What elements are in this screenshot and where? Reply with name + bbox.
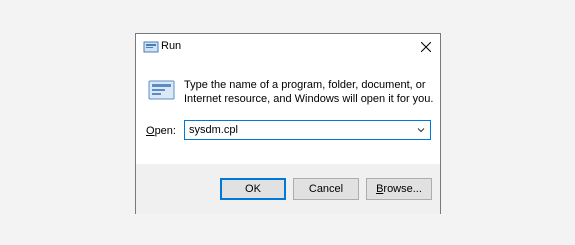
ok-button[interactable]: OK xyxy=(220,178,286,200)
title-bar[interactable]: Run xyxy=(136,34,440,62)
run-icon xyxy=(143,41,159,53)
button-bar: OK Cancel Browse... xyxy=(136,164,440,214)
open-label: Open: xyxy=(146,125,176,137)
open-label-text: pen: xyxy=(154,125,176,137)
run-icon-large xyxy=(148,80,175,100)
run-dialog: Run Type the name of a program, folder, … xyxy=(135,33,441,214)
open-input[interactable]: sysdm.cpl xyxy=(189,124,238,136)
browse-button[interactable]: Browse... xyxy=(366,178,432,200)
close-icon xyxy=(421,42,431,52)
instruction-text: Type the name of a program, folder, docu… xyxy=(184,79,434,105)
browse-label: rowse... xyxy=(383,183,422,195)
cancel-button[interactable]: Cancel xyxy=(293,178,359,200)
open-combobox[interactable]: sysdm.cpl xyxy=(184,120,431,140)
window-title: Run xyxy=(161,40,182,52)
chevron-down-icon[interactable] xyxy=(416,125,426,135)
open-label-accelerator: O xyxy=(146,125,155,137)
close-button[interactable] xyxy=(412,34,440,60)
